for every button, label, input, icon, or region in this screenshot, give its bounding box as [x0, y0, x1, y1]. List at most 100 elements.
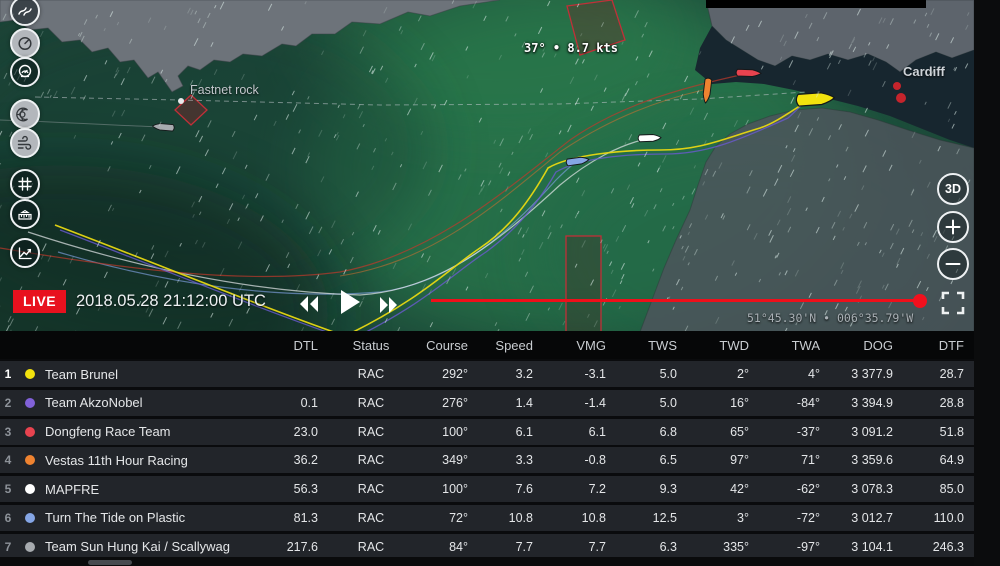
rank-label: 6 [0, 511, 16, 525]
cell-twd: 3° [685, 511, 757, 525]
fast-forward-button[interactable] [379, 297, 398, 316]
rewind-icon [299, 295, 319, 313]
play-icon [339, 289, 361, 315]
team-color-cell [16, 398, 44, 408]
helmsman-icon-button[interactable] [10, 57, 40, 87]
fullscreen-icon [940, 290, 966, 316]
cell-dtf: 246.3 [901, 540, 972, 554]
cell-twa: -62° [757, 482, 828, 496]
cell-status: RAC [326, 482, 416, 496]
cell-dtl: 56.3 [250, 482, 326, 496]
table-row[interactable]: 2 Team AkzoNobel 0.1 RAC 276° 1.4 -1.4 5… [0, 390, 974, 416]
cell-vmg: 7.2 [541, 482, 614, 496]
team-name: Team Sun Hung Kai / Scallywag [44, 539, 250, 554]
cell-twd: 335° [685, 540, 757, 554]
team-name: Team Brunel [44, 367, 250, 382]
leaderboard-table: DTLStatusCourseSpeedVMGTWSTWDTWADOGDTF 1… [0, 331, 974, 566]
gauge-icon-button[interactable] [10, 28, 40, 58]
cell-tws: 5.0 [614, 367, 685, 381]
cell-speed: 7.7 [476, 540, 541, 554]
cell-course: 276° [416, 396, 476, 410]
rank-label: 3 [0, 425, 16, 439]
team-color-dot [25, 513, 35, 523]
horizontal-scrollbar[interactable] [88, 560, 132, 565]
plus-icon [944, 218, 962, 236]
cell-twa: -72° [757, 511, 828, 525]
day-night-icon-button[interactable] [10, 99, 40, 129]
cell-tws: 5.0 [614, 396, 685, 410]
column-header-course: Course [416, 338, 476, 353]
table-body: 1 Team Brunel RAC 292° 3.2 -3.1 5.0 2° 4… [0, 361, 974, 560]
cell-speed: 6.1 [476, 425, 541, 439]
wind-icon [16, 134, 34, 152]
column-header-vmg: VMG [541, 338, 614, 353]
zoom-in-button[interactable] [937, 211, 969, 243]
cell-status: RAC [326, 425, 416, 439]
ruler-icon-button[interactable] [10, 199, 40, 229]
cell-dtf: 85.0 [901, 482, 972, 496]
wind-icon-button[interactable] [10, 128, 40, 158]
team-color-cell [16, 369, 44, 379]
table-row[interactable]: 5 MAPFRE 56.3 RAC 100° 7.6 7.2 9.3 42° -… [0, 476, 974, 502]
column-header-status: Status [326, 338, 416, 353]
cell-dog: 3 078.3 [828, 482, 901, 496]
cell-vmg: 10.8 [541, 511, 614, 525]
cell-dog: 3 394.9 [828, 396, 901, 410]
team-color-cell [16, 427, 44, 437]
team-color-dot [25, 369, 35, 379]
route-icon [16, 2, 34, 20]
column-header-tws: TWS [614, 338, 685, 353]
table-row[interactable]: 6 Turn The Tide on Plastic 81.3 RAC 72° … [0, 505, 974, 531]
rank-label: 1 [0, 367, 16, 381]
timeline-slider[interactable] [431, 299, 914, 302]
cell-vmg: 7.7 [541, 540, 614, 554]
cell-tws: 9.3 [614, 482, 685, 496]
cell-twd: 42° [685, 482, 757, 496]
column-header-twd: TWD [685, 338, 757, 353]
cell-vmg: -1.4 [541, 396, 614, 410]
helmsman-icon [16, 63, 34, 81]
stats-icon-button[interactable] [10, 238, 40, 268]
live-badge[interactable]: LIVE [13, 290, 66, 313]
cell-twa: -37° [757, 425, 828, 439]
minus-icon [944, 255, 962, 273]
cell-vmg: -3.1 [541, 367, 614, 381]
map-viewport[interactable]: Fastnet rock Cardiff 37° • 8.7 kts 51°45… [0, 0, 974, 332]
gauge-icon [16, 34, 34, 52]
top-collapsed-panel [706, 0, 926, 8]
bottom-scrollbar-track [0, 557, 974, 566]
cell-course: 84° [416, 540, 476, 554]
column-header-dtf: DTF [901, 338, 972, 353]
rewind-button[interactable] [299, 295, 319, 316]
table-row[interactable]: 3 Dongfeng Race Team 23.0 RAC 100° 6.1 6… [0, 419, 974, 445]
grid-icon-button[interactable] [10, 169, 40, 199]
fullscreen-button[interactable] [940, 290, 966, 319]
table-row[interactable]: 1 Team Brunel RAC 292° 3.2 -3.1 5.0 2° 4… [0, 361, 974, 387]
team-color-dot [25, 484, 35, 494]
team-color-cell [16, 455, 44, 465]
cell-dtl: 23.0 [250, 425, 326, 439]
cell-dtf: 28.7 [901, 367, 972, 381]
cell-tws: 6.5 [614, 453, 685, 467]
cell-speed: 1.4 [476, 396, 541, 410]
fast-forward-icon [379, 297, 398, 313]
ruler-icon [16, 205, 34, 223]
timeline-knob[interactable] [913, 294, 927, 308]
table-row[interactable]: 7 Team Sun Hung Kai / Scallywag 217.6 RA… [0, 534, 974, 560]
zoom-out-button[interactable] [937, 248, 969, 280]
cell-course: 100° [416, 425, 476, 439]
cell-dog: 3 104.1 [828, 540, 901, 554]
cell-twa: -97° [757, 540, 828, 554]
cell-twa: 71° [757, 453, 828, 467]
cell-status: RAC [326, 396, 416, 410]
cell-tws: 6.3 [614, 540, 685, 554]
cell-twa: -84° [757, 396, 828, 410]
table-row[interactable]: 4 Vestas 11th Hour Racing 36.2 RAC 349° … [0, 447, 974, 473]
view-3d-button[interactable]: 3D [937, 173, 969, 205]
team-color-dot [25, 455, 35, 465]
cell-course: 72° [416, 511, 476, 525]
play-button[interactable] [339, 289, 361, 318]
fastnet-waypoint-dot [178, 98, 184, 104]
team-name: MAPFRE [44, 482, 250, 497]
race-tracker-app: Fastnet rock Cardiff 37° • 8.7 kts 51°45… [0, 0, 1000, 566]
